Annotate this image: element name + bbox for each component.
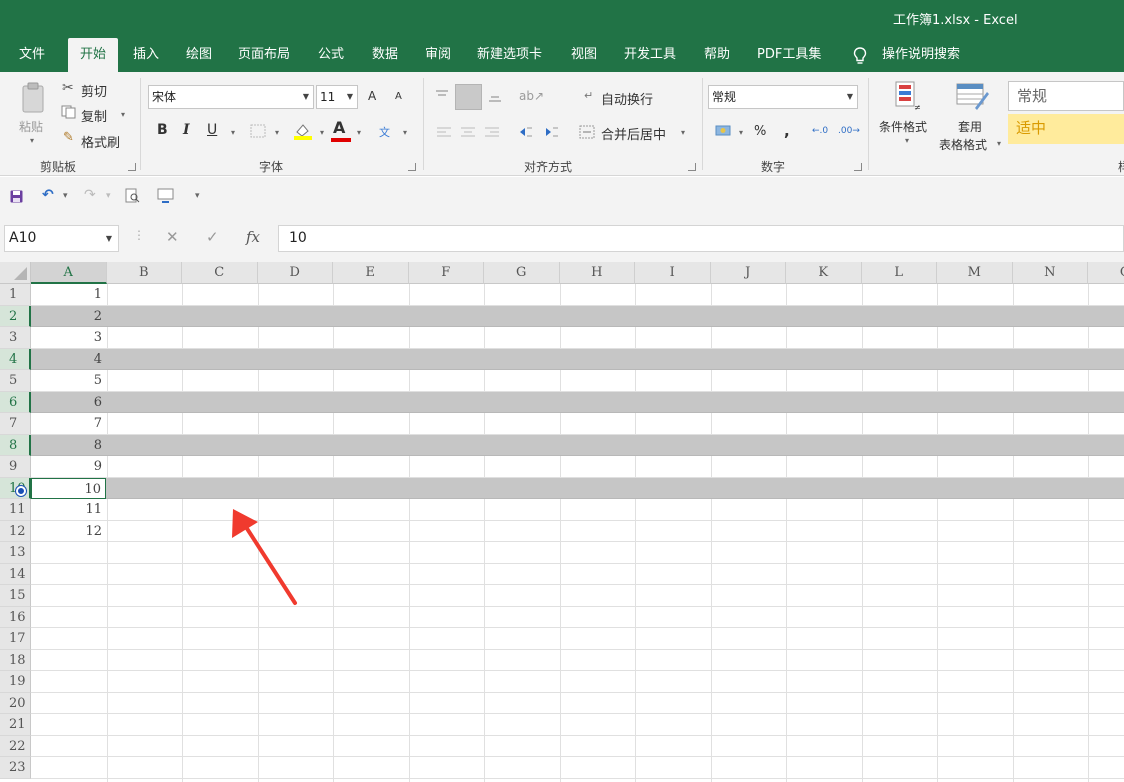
annotation-arrow-icon [232, 509, 297, 605]
